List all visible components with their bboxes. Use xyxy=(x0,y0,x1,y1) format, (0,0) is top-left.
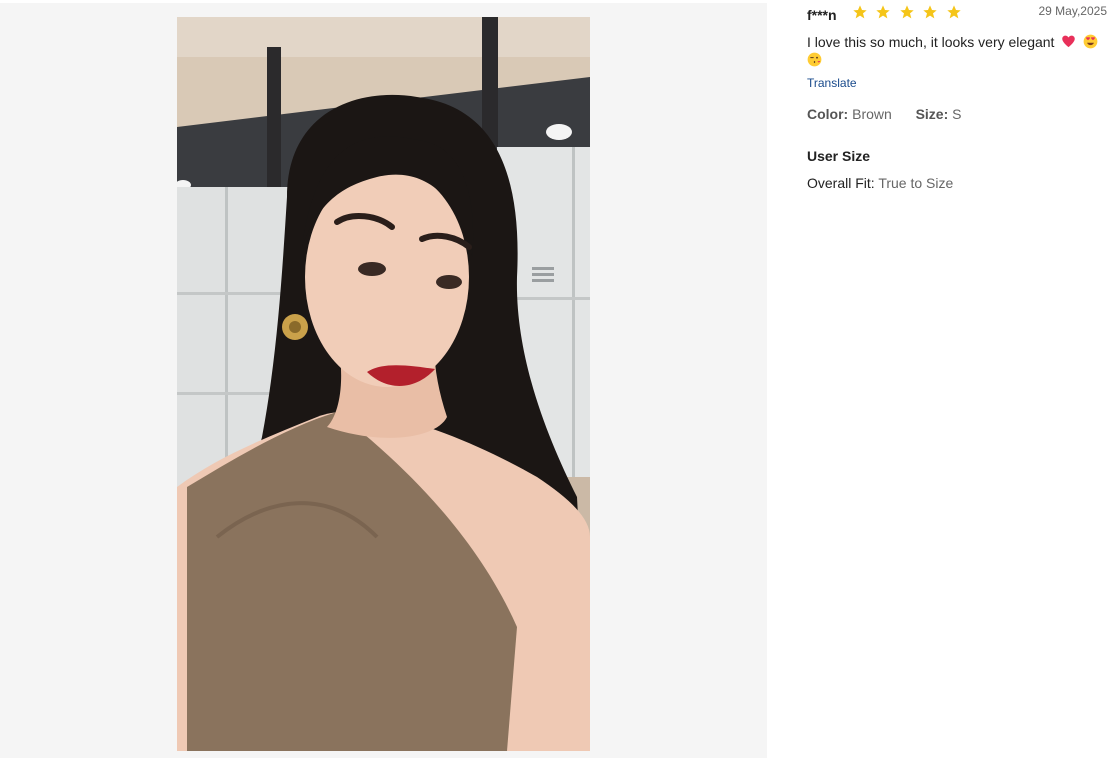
review-page: f***n 29 May,2025 I love this so much, i… xyxy=(0,0,1112,767)
size-value: S xyxy=(952,106,962,122)
star-icon xyxy=(900,5,914,19)
review-image-gallery xyxy=(0,3,767,758)
kissing-face-emoji-icon xyxy=(807,52,822,67)
overall-fit-value: True to Size xyxy=(878,175,954,191)
heart-eyes-emoji-icon xyxy=(1083,34,1098,49)
star-icon xyxy=(923,5,938,19)
heart-emoji-icon xyxy=(1062,35,1076,48)
review-photo[interactable] xyxy=(177,17,590,751)
translate-link[interactable]: Translate xyxy=(807,76,857,90)
purchase-attributes: Color: Brown Size: S xyxy=(807,106,962,122)
color-label: Color: xyxy=(807,106,849,122)
review-header: f***n 29 May,2025 xyxy=(807,4,1107,24)
color-value: Brown xyxy=(852,106,892,122)
review-photo-image xyxy=(177,17,590,751)
size-label: Size: xyxy=(915,106,949,122)
review-body: I love this so much, it looks very elega… xyxy=(807,33,1102,69)
star-icon xyxy=(947,5,961,19)
star-icon xyxy=(876,5,891,19)
star-icon xyxy=(853,5,867,19)
overall-fit: Overall Fit: True to Size xyxy=(807,175,953,191)
review-text: I love this so much, it looks very elega… xyxy=(807,34,1055,50)
review-date: 29 May,2025 xyxy=(1038,4,1108,18)
star-rating xyxy=(852,4,965,20)
review-panel: f***n 29 May,2025 I love this so much, i… xyxy=(807,0,1107,767)
user-size-heading: User Size xyxy=(807,148,871,164)
overall-fit-label: Overall Fit: xyxy=(807,175,875,191)
reviewer-name: f***n xyxy=(807,7,837,23)
